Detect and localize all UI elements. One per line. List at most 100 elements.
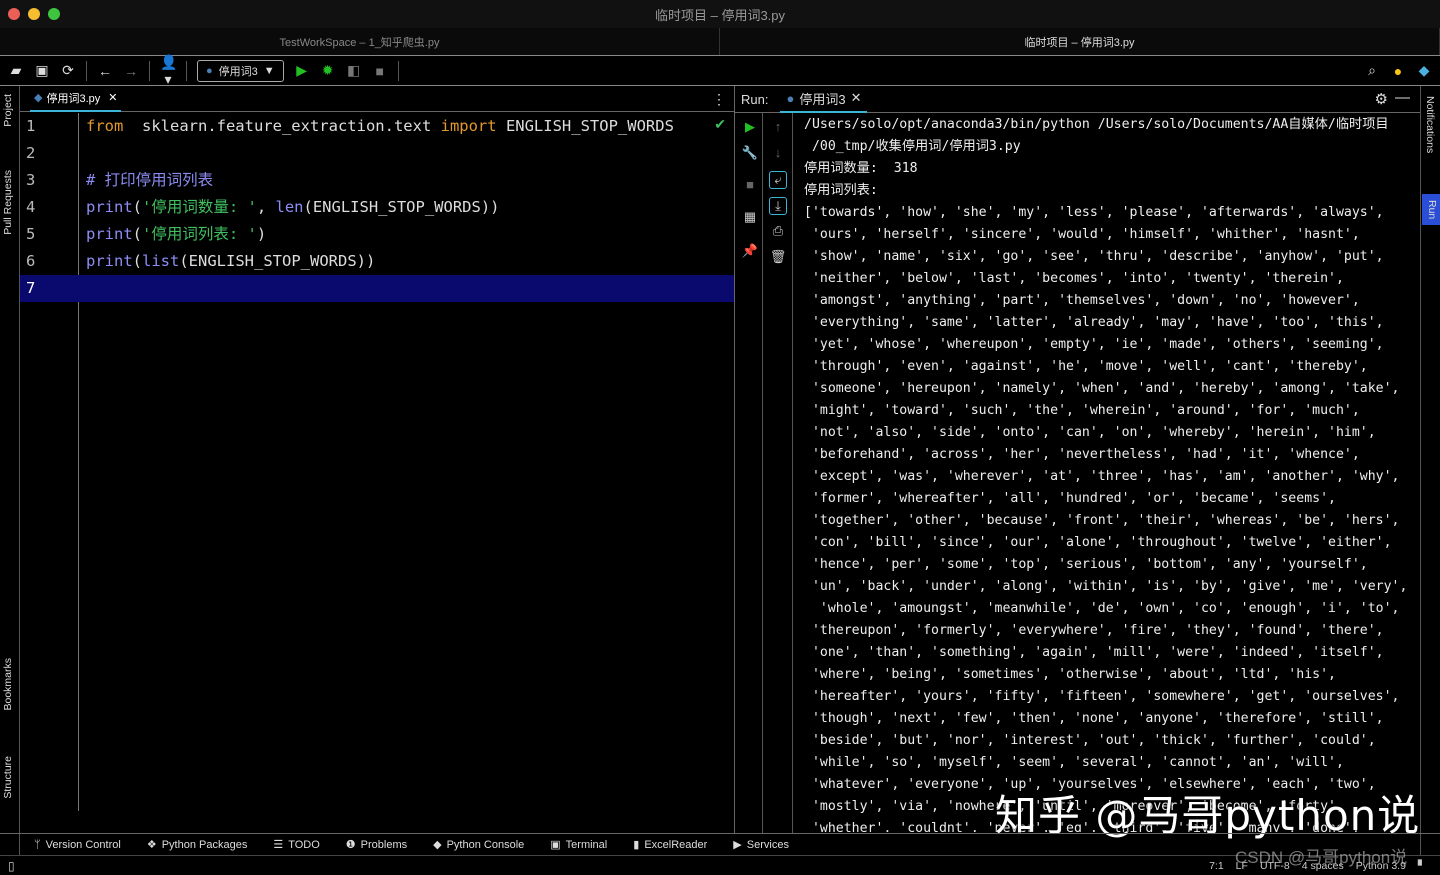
code-token: ) bbox=[256, 225, 267, 243]
rerun-icon[interactable]: ▶ bbox=[741, 119, 759, 135]
run-panel-header: Run: ● 停用词3 ✕ ⚙ — bbox=[735, 86, 1420, 113]
close-window-button[interactable] bbox=[8, 8, 20, 20]
editor-tab-label: 停用词3.py bbox=[46, 92, 101, 105]
code-token: import bbox=[440, 117, 497, 135]
output-line: 'show', 'name', 'six', 'go', 'see', 'thr… bbox=[804, 249, 1384, 264]
layout-toggle-icon[interactable]: ▯ bbox=[8, 859, 15, 873]
stop-icon[interactable]: ■ bbox=[741, 177, 759, 192]
arrow-up-icon[interactable]: ↑ bbox=[769, 119, 787, 134]
code-line[interactable]: 5 print('停用词列表: ') bbox=[20, 221, 734, 248]
save-icon[interactable]: ▣ bbox=[34, 62, 50, 79]
coverage-icon[interactable]: ◧ bbox=[346, 62, 362, 79]
code-line[interactable]: 4 print('停用词数量: ', len(ENGLISH_STOP_WORDS… bbox=[20, 194, 734, 221]
code-token: (ENGLISH_STOP_WORDS)) bbox=[179, 252, 376, 270]
run-tab[interactable]: ● 停用词3 ✕ bbox=[780, 86, 868, 113]
code-token: ( bbox=[132, 198, 143, 216]
arrow-down-icon[interactable]: ↓ bbox=[769, 145, 787, 160]
tool-window-label: Problems bbox=[360, 838, 408, 851]
tool-notifications[interactable]: Notifications bbox=[1424, 96, 1436, 153]
soft-wrap-icon[interactable]: ⤶ bbox=[769, 171, 787, 189]
minimize-icon[interactable]: — bbox=[1395, 89, 1410, 106]
code-token: ( bbox=[132, 252, 143, 270]
python-icon: ● bbox=[786, 90, 795, 106]
run-config-select[interactable]: ● 停用词3 ▼ bbox=[197, 59, 284, 82]
tool-window-todo[interactable]: ☰ TODO bbox=[273, 838, 319, 852]
tool-window-excelreader[interactable]: ▮ ExcelReader bbox=[633, 838, 708, 852]
tool-window-problems[interactable]: ❶ Problems bbox=[346, 838, 408, 852]
close-icon[interactable]: ✕ bbox=[851, 90, 862, 106]
forward-icon[interactable]: → bbox=[123, 63, 139, 79]
update-icon[interactable]: ● bbox=[1390, 63, 1406, 79]
run-icon[interactable]: ▶ bbox=[294, 62, 310, 79]
window-tab-current[interactable]: 临时项目 – 停用词3.py bbox=[720, 28, 1440, 55]
sync-icon[interactable]: ⟳ bbox=[60, 62, 76, 79]
tool-window-label: Python Packages bbox=[161, 838, 248, 851]
line-number: 6 bbox=[26, 252, 36, 270]
tool-window-label: ExcelReader bbox=[644, 838, 708, 851]
code-token: # 打印停用词列表 bbox=[86, 171, 214, 189]
tool-window-version-control[interactable]: ᛘ Version Control bbox=[34, 839, 121, 851]
right-tool-strip: Notifications Run bbox=[1420, 86, 1440, 856]
code-token: print bbox=[86, 198, 133, 216]
debug-icon[interactable]: ✹ bbox=[320, 62, 336, 79]
output-line: 停用词列表: bbox=[804, 183, 878, 198]
tool-window-terminal[interactable]: ▣ Terminal bbox=[550, 838, 608, 852]
stop-icon[interactable]: ■ bbox=[372, 63, 388, 79]
code-editor[interactable]: ◆ 停用词3.py ✕ ⋮ 1 from sklearn.feature_extrac… bbox=[20, 86, 735, 833]
code-line[interactable]: 7 bbox=[20, 275, 734, 302]
code-token: (ENGLISH_STOP_WORDS)) bbox=[303, 198, 500, 216]
run-tab-label: 停用词3 bbox=[799, 91, 846, 107]
code-line[interactable]: 2 bbox=[20, 140, 734, 167]
tool-project[interactable]: Project bbox=[2, 94, 14, 127]
main-toolbar: ▰ ▣ ⟳ ← → 👤▾ ● 停用词3 ▼ ▶ ✹ ◧ ■ ⌕ ● ◆ bbox=[0, 54, 1440, 88]
divider bbox=[149, 60, 150, 81]
output-line: 'everything', 'same', 'latter', 'already… bbox=[804, 315, 1384, 330]
plugin-icon[interactable]: ◆ bbox=[1416, 62, 1432, 79]
vcs-user-icon[interactable]: 👤▾ bbox=[160, 54, 177, 88]
tool-window-services[interactable]: ▶ Services bbox=[733, 838, 789, 852]
search-icon[interactable]: ⌕ bbox=[1364, 62, 1380, 79]
tool-structure[interactable]: Structure bbox=[2, 756, 14, 799]
code-line[interactable]: 1 from sklearn.feature_extraction.text im… bbox=[20, 113, 734, 140]
more-options-icon[interactable]: ⋮ bbox=[712, 91, 726, 108]
output-line: 'whole', 'amoungst', 'meanwhile', 'de', … bbox=[804, 601, 1400, 616]
pin-icon[interactable]: 📌 bbox=[741, 243, 759, 259]
code-token: , bbox=[256, 198, 276, 216]
print-icon[interactable]: ⎙ bbox=[769, 223, 787, 239]
trash-icon[interactable]: 🗑 bbox=[769, 249, 787, 265]
minimize-window-button[interactable] bbox=[28, 8, 40, 20]
output-line: 'un', 'back', 'under', 'along', 'within'… bbox=[804, 579, 1408, 594]
code-token: len bbox=[275, 198, 304, 216]
tool-window-bar: ᛘ Version Control ❖ Python Packages ☰ TODO ❶ Pr… bbox=[0, 833, 1440, 855]
run-output-toolbar: ↑ ↓ ⤶ ⤓ ⎙ 🗑 bbox=[763, 113, 793, 833]
chevron-down-icon: ▼ bbox=[263, 64, 275, 77]
console-output[interactable]: /Users/solo/opt/anaconda3/bin/python /Us… bbox=[804, 114, 1420, 832]
tool-bookmarks[interactable]: Bookmarks bbox=[2, 658, 14, 711]
tool-window-label: Version Control bbox=[45, 838, 121, 851]
editor-tab[interactable]: ◆ 停用词3.py ✕ bbox=[30, 86, 122, 112]
scroll-to-end-icon[interactable]: ⤓ bbox=[769, 197, 787, 215]
close-icon[interactable]: ✕ bbox=[108, 91, 117, 104]
tool-window-label: Terminal bbox=[565, 838, 608, 851]
window-tab-testworkspace[interactable]: TestWorkSpace – 1_知乎爬虫.py bbox=[0, 28, 720, 55]
tool-window-python-console[interactable]: ◆ Python Console bbox=[433, 838, 524, 852]
code-line[interactable]: 3 # 打印停用词列表 bbox=[20, 167, 734, 194]
code-text: print(list(ENGLISH_STOP_WORDS)) bbox=[86, 248, 375, 275]
tool-pull-requests[interactable]: Pull Requests bbox=[2, 170, 14, 235]
caret-position[interactable]: 7:1 bbox=[1209, 860, 1224, 872]
output-line: 'where', 'being', 'sometimes', 'otherwis… bbox=[804, 667, 1336, 682]
editor-tabs: ◆ 停用词3.py ✕ ⋮ bbox=[20, 86, 734, 112]
back-icon[interactable]: ← bbox=[97, 63, 113, 79]
run-panel: Run: ● 停用词3 ✕ ⚙ — ▶ 🔧 ■ ▦ 📌 ↑ ↓ ⤶ ⤓ ⎙ 🗑 /U… bbox=[735, 86, 1420, 833]
code-line[interactable]: 6 print(list(ENGLISH_STOP_WORDS)) bbox=[20, 248, 734, 275]
line-number: 2 bbox=[26, 144, 36, 162]
lock-icon[interactable]: ▘ bbox=[1418, 860, 1426, 872]
layout-icon[interactable]: ▦ bbox=[741, 209, 759, 225]
tool-run[interactable]: Run bbox=[1422, 194, 1440, 226]
tool-window-python-packages[interactable]: ❖ Python Packages bbox=[147, 838, 248, 852]
wrench-icon[interactable]: 🔧 bbox=[741, 145, 759, 161]
open-folder-icon[interactable]: ▰ bbox=[8, 62, 24, 79]
gear-icon[interactable]: ⚙ bbox=[1375, 90, 1388, 108]
code-text: print('停用词数量: ', len(ENGLISH_STOP_WORDS)… bbox=[86, 194, 499, 221]
maximize-window-button[interactable] bbox=[48, 8, 60, 20]
